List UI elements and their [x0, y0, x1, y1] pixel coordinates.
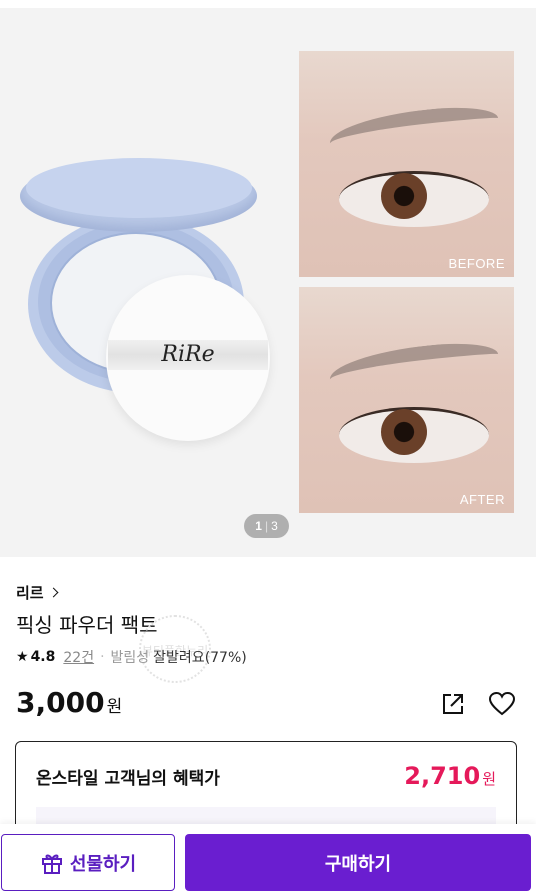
- eyebrow: [327, 338, 501, 396]
- brand-link[interactable]: 리르: [16, 581, 59, 603]
- chevron-right-icon: [48, 587, 59, 597]
- gift-icon: [41, 854, 62, 874]
- spread-value: 잘발려요(77%): [153, 650, 247, 666]
- iris: [381, 173, 427, 219]
- price-row: 3,000 원: [16, 686, 122, 719]
- price-currency: 원: [106, 697, 123, 717]
- price-value: 3,000: [16, 686, 105, 719]
- gallery-pager: 1 | 3: [244, 514, 289, 538]
- iris: [381, 409, 427, 455]
- benefit-price-value: 2,710: [404, 762, 481, 790]
- wishlist-button[interactable]: [488, 691, 516, 717]
- pager-total: 3: [271, 519, 278, 533]
- product-title: 픽싱 파우더 팩트: [16, 613, 158, 637]
- pager-current: 1: [255, 519, 262, 533]
- product-detail-page: RiRe BEFORE AFTER 1 | 3 리르 픽싱 파우더 팩트 뷰티풀한누…: [0, 0, 536, 891]
- pager-separator: |: [264, 519, 269, 533]
- rating-row: ★ 4.8 22건 · 발림성 잘발려요(77%): [16, 647, 247, 667]
- product-image-gallery[interactable]: RiRe BEFORE AFTER 1 | 3: [0, 8, 536, 557]
- spread-label: 발림성: [110, 650, 150, 666]
- star-icon: ★: [16, 649, 29, 665]
- gift-button-label: 선물하기: [69, 853, 137, 875]
- share-button[interactable]: [440, 691, 466, 717]
- puff-logo: RiRe: [161, 342, 215, 367]
- heart-icon: [488, 691, 516, 716]
- bottom-action-bar: 선물하기 구매하기: [0, 824, 536, 891]
- brand-name: 리르: [16, 583, 44, 602]
- after-photo: AFTER: [299, 287, 514, 513]
- before-photo: BEFORE: [299, 51, 514, 277]
- after-label: AFTER: [459, 492, 505, 507]
- top-strip: [0, 0, 536, 8]
- eyebrow: [327, 102, 501, 160]
- compact-lid-top: [26, 158, 252, 218]
- benefit-price: 2,710 원: [404, 762, 496, 790]
- before-label: BEFORE: [448, 256, 505, 271]
- share-icon: [443, 694, 463, 714]
- separator-dot: ·: [100, 649, 105, 665]
- buy-button[interactable]: 구매하기: [185, 834, 531, 891]
- rating-value: 4.8: [30, 649, 56, 665]
- gift-button[interactable]: 선물하기: [1, 834, 175, 891]
- review-count-link[interactable]: 22건: [63, 647, 94, 667]
- benefit-label: 온스타일 고객님의 혜택가: [36, 769, 220, 789]
- buy-button-label: 구매하기: [324, 853, 392, 875]
- benefit-price-currency: 원: [482, 770, 496, 788]
